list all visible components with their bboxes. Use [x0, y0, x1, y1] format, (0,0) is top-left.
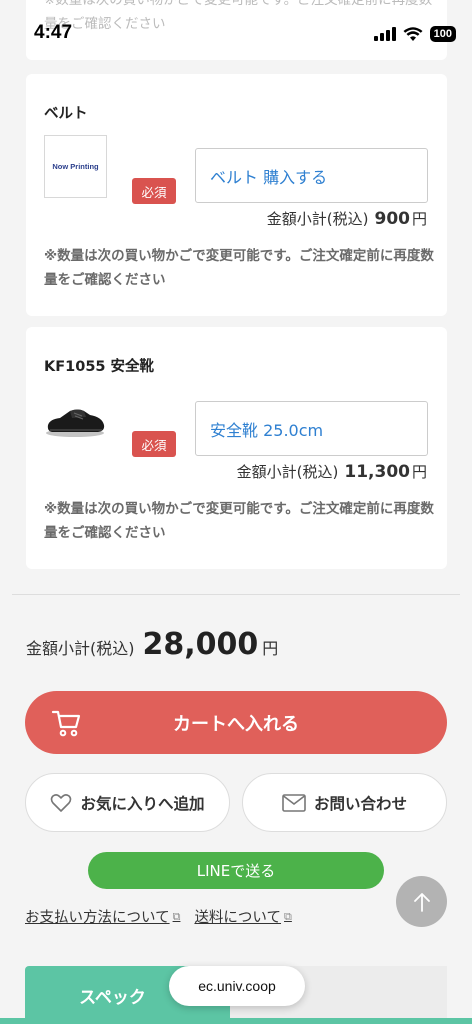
- info-links: お支払い方法について ⧉ 送料について ⧉: [25, 906, 292, 927]
- divider: [12, 594, 460, 595]
- scroll-to-top-button[interactable]: [396, 876, 447, 927]
- yen-label: 円: [411, 210, 427, 228]
- quantity-note: ※数量は次の買い物かごで変更可能です。ご注文確定前に再度数量をご確認ください: [44, 501, 434, 541]
- no-image-label: Now Printing: [52, 162, 99, 171]
- favorites-label: お気に入りへ追加: [80, 794, 205, 813]
- product-name: KF1055 安全靴: [44, 359, 155, 375]
- external-link-icon: ⧉: [284, 909, 292, 923]
- battery-icon: 100: [429, 26, 456, 42]
- add-to-favorites-button[interactable]: お気に入りへ追加: [25, 773, 230, 832]
- option-select[interactable]: ベルト 購入する: [195, 148, 428, 203]
- contact-label: お問い合わせ: [313, 794, 407, 813]
- status-time: 4:47: [34, 22, 73, 43]
- payment-methods-label: お支払い方法について: [25, 910, 170, 926]
- subtotal-label: 金額小計(税込): [266, 210, 369, 228]
- add-to-cart-label: カートへ入れる: [173, 713, 299, 735]
- product-name: ベルト: [44, 106, 88, 122]
- subtotal-amount: 900: [374, 209, 410, 229]
- product-image-placeholder: Now Printing: [44, 135, 107, 198]
- required-badge: 必須: [132, 178, 176, 204]
- yen-label: 円: [411, 463, 427, 481]
- wifi-icon: [403, 26, 423, 41]
- subtotal-label: 金額小計(税込): [236, 463, 339, 481]
- heart-icon: [51, 793, 72, 812]
- status-icons: 100: [373, 26, 456, 42]
- mail-icon: [282, 793, 306, 812]
- shipping-fee-link[interactable]: 送料について ⧉: [194, 906, 291, 927]
- quantity-note: ※数量は次の買い物かごで変更可能です。ご注文確定前に再度数量をご確認ください: [44, 248, 434, 288]
- product-subtotal: 金額小計(税込) 900 円: [267, 208, 427, 229]
- total-yen: 円: [262, 639, 279, 658]
- tab-underline: [0, 1018, 472, 1024]
- browser-url-bar[interactable]: ec.univ.coop: [169, 966, 305, 1006]
- tab-spec-label: スペック: [79, 987, 146, 1008]
- product-subtotal: 金額小計(税込) 11,300 円: [237, 461, 427, 482]
- contact-button[interactable]: お問い合わせ: [242, 773, 447, 832]
- product-card-belt: ベルト Now Printing 必須 ベルト 購入する 金額小計(税込) 900…: [26, 74, 447, 316]
- product-card-shoes: KF1055 安全靴 必須 安全靴 25.0cm 金額小計(税込) 11,300 円…: [26, 327, 447, 569]
- total-label: 金額小計(税込): [26, 639, 135, 658]
- cart-icon: [51, 710, 81, 737]
- total-subtotal: 金額小計(税込) 28,000 円: [26, 627, 278, 662]
- line-share-button[interactable]: LINEで送る: [88, 852, 384, 889]
- shipping-fee-label: 送料について: [194, 910, 282, 926]
- required-badge: 必須: [132, 431, 176, 457]
- total-amount: 28,000: [142, 627, 259, 662]
- status-bar: 4:47 100: [0, 0, 472, 70]
- add-to-cart-button[interactable]: カートへ入れる: [25, 691, 447, 754]
- cellular-signal-icon: [373, 27, 396, 41]
- external-link-icon: ⧉: [172, 909, 181, 923]
- subtotal-amount: 11,300: [344, 462, 410, 482]
- safety-shoe-image: [46, 409, 105, 437]
- arrow-up-icon: [413, 892, 430, 912]
- payment-methods-link[interactable]: お支払い方法について ⧉: [25, 906, 180, 927]
- option-select[interactable]: 安全靴 25.0cm: [195, 401, 428, 456]
